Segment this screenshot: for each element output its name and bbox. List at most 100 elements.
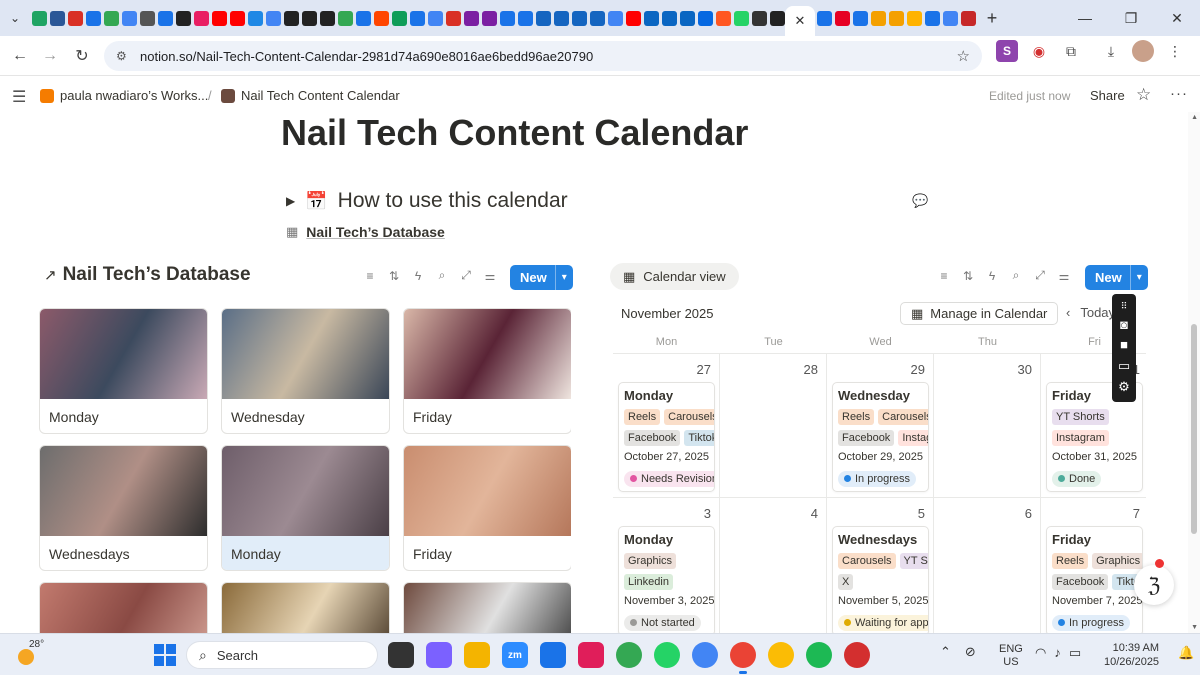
settings-sliders-icon[interactable]: ⚌ bbox=[1056, 269, 1072, 283]
tab-favicon-icon[interactable] bbox=[68, 10, 83, 26]
tab-favicon-icon[interactable] bbox=[392, 10, 407, 26]
chrome-menu-icon[interactable]: ⋮ bbox=[1164, 40, 1186, 62]
minimize-icon[interactable]: — bbox=[1062, 0, 1108, 36]
tab-favicon-icon[interactable] bbox=[871, 10, 886, 26]
gallery-card[interactable] bbox=[39, 582, 208, 633]
tab-favicon-icon[interactable] bbox=[943, 10, 958, 26]
gallery-card[interactable] bbox=[403, 582, 571, 633]
zoom-icon[interactable]: zm bbox=[502, 642, 528, 668]
gallery-card[interactable]: Monday bbox=[39, 308, 208, 434]
linked-arrow-icon[interactable]: ↗ bbox=[44, 266, 57, 284]
expand-icon[interactable]: ⤢ bbox=[1032, 268, 1048, 283]
calendar-day-cell[interactable]: 5 Wednesdays CarouselsYT Shorts X November 5… bbox=[827, 498, 934, 633]
calendar-event-card[interactable]: Wednesdays CarouselsYT Shorts X November 5,… bbox=[832, 526, 929, 633]
tab-favicon-icon[interactable] bbox=[122, 10, 137, 26]
chrome-icon[interactable] bbox=[692, 642, 718, 668]
sort-icon[interactable]: ⇅ bbox=[386, 269, 402, 283]
toggle-how-to-use[interactable]: ▶ 📅 How to use this calendar bbox=[286, 189, 568, 213]
tab-favicon-icon[interactable] bbox=[752, 10, 767, 26]
bookmark-star-icon[interactable]: ☆ bbox=[957, 47, 970, 65]
tab-favicon-icon[interactable] bbox=[356, 10, 371, 26]
tab-favicon-icon[interactable] bbox=[374, 10, 389, 26]
tab-favicon-icon[interactable] bbox=[608, 10, 623, 26]
tab-favicon-icon[interactable] bbox=[925, 10, 940, 26]
scroll-thumb[interactable] bbox=[1191, 324, 1197, 534]
breadcrumb-page[interactable]: Nail Tech Content Calendar bbox=[221, 88, 400, 103]
tab-favicon-icon[interactable] bbox=[680, 10, 695, 26]
settings-sliders-icon[interactable]: ⚌ bbox=[482, 269, 498, 283]
database-link[interactable]: ▦ Nail Tech’s Database bbox=[286, 224, 445, 240]
language-indicator[interactable]: ENG US bbox=[999, 643, 1023, 669]
profile-avatar[interactable] bbox=[1132, 40, 1154, 62]
search-icon[interactable]: ⌕ bbox=[434, 268, 450, 283]
scroll-up-icon[interactable]: ▲ bbox=[1191, 114, 1198, 121]
calendar-day-cell[interactable]: 4 bbox=[720, 498, 827, 633]
gallery-card[interactable]: Monday bbox=[221, 445, 390, 571]
tab-favicon-icon[interactable] bbox=[32, 10, 47, 26]
page-scrollbar[interactable]: ▲ ▼ bbox=[1188, 112, 1200, 633]
folder-icon[interactable] bbox=[464, 642, 490, 668]
tab-favicon-icon[interactable] bbox=[835, 10, 850, 26]
tab-favicon-icon[interactable] bbox=[907, 10, 922, 26]
left-database-title[interactable]: Nail Tech’s Database bbox=[63, 264, 251, 286]
video-camera-icon[interactable]: ■ bbox=[1120, 337, 1128, 352]
url-text[interactable]: notion.so/Nail-Tech-Content-Calendar-298… bbox=[140, 49, 593, 64]
windows-start-icon[interactable] bbox=[154, 644, 176, 666]
calendar-event-card[interactable]: Wednesday ReelsCarousels FacebookInstagram… bbox=[832, 382, 929, 492]
tab-favicon-icon[interactable] bbox=[248, 10, 263, 26]
back-arrow-icon[interactable]: ← bbox=[4, 40, 36, 72]
tray-chevron-up-icon[interactable]: ⌃ bbox=[940, 644, 951, 660]
scroll-down-icon[interactable]: ▼ bbox=[1191, 624, 1198, 631]
expand-icon[interactable]: ⤢ bbox=[458, 268, 474, 283]
tab-search-chevron-icon[interactable]: ⌄ bbox=[0, 0, 30, 36]
calendar-new-button[interactable]: New ▾ bbox=[1085, 265, 1148, 290]
filter-icon[interactable]: ≡ bbox=[936, 269, 952, 283]
tab-favicon-icon[interactable] bbox=[518, 10, 533, 26]
tab-favicon-icon[interactable] bbox=[734, 10, 749, 26]
tab-favicon-icon[interactable] bbox=[572, 10, 587, 26]
chrome-icon[interactable] bbox=[730, 642, 756, 674]
more-options-icon[interactable]: ··· bbox=[1170, 85, 1188, 102]
screen-icon[interactable]: ▭ bbox=[1118, 358, 1130, 374]
gallery-card[interactable]: Friday bbox=[403, 308, 571, 434]
assistant-bubble[interactable]: ℨ bbox=[1134, 559, 1174, 605]
tab-favicon-icon[interactable] bbox=[853, 10, 868, 26]
manage-in-calendar-button[interactable]: ▦ Manage in Calendar bbox=[900, 302, 1059, 325]
tab-favicon-icon[interactable] bbox=[554, 10, 569, 26]
tab-favicon-icon[interactable] bbox=[644, 10, 659, 26]
tab-favicon-icon[interactable] bbox=[140, 10, 155, 26]
taskbar-search[interactable]: ⌕ Search bbox=[186, 641, 378, 669]
tab-favicon-icon[interactable] bbox=[212, 10, 227, 26]
clock[interactable]: 10:39 AM 10/26/2025 bbox=[1104, 641, 1159, 669]
store-icon[interactable] bbox=[540, 642, 566, 668]
tab-favicon-icon[interactable] bbox=[446, 10, 461, 26]
weather-widget[interactable]: 28° bbox=[18, 639, 44, 667]
calendar-event-card[interactable]: Monday ReelsCarousels FacebookTiktok Octobe… bbox=[618, 382, 715, 492]
gallery-card[interactable]: Friday bbox=[403, 445, 571, 571]
tab-favicon-icon[interactable] bbox=[770, 10, 785, 26]
no-camera-icon[interactable]: ⊘ bbox=[965, 644, 976, 660]
tab-favicon-icon[interactable] bbox=[284, 10, 299, 26]
calendar-day-cell[interactable]: 6 bbox=[934, 498, 1041, 633]
tab-favicon-icon[interactable] bbox=[176, 10, 191, 26]
left-new-dropdown-icon[interactable]: ▾ bbox=[554, 265, 573, 290]
sort-icon[interactable]: ⇅ bbox=[960, 269, 976, 283]
extensions-puzzle-icon[interactable]: ⧉ bbox=[1060, 40, 1082, 62]
slack-icon[interactable] bbox=[578, 642, 604, 668]
tab-favicon-icon[interactable] bbox=[50, 10, 65, 26]
extension-s-icon[interactable]: S bbox=[996, 40, 1018, 62]
tab-favicon-icon[interactable] bbox=[464, 10, 479, 26]
notification-bell-icon[interactable]: 🔔 bbox=[1178, 645, 1194, 661]
recorder-settings-gear-icon[interactable]: ⚙ bbox=[1118, 379, 1130, 395]
close-window-icon[interactable]: ✕ bbox=[1154, 0, 1200, 36]
tab-favicon-icon[interactable] bbox=[698, 10, 713, 26]
tab-favicon-icon[interactable] bbox=[662, 10, 677, 26]
gallery-card[interactable]: Wednesday bbox=[221, 308, 390, 434]
tab-favicon-icon[interactable] bbox=[266, 10, 281, 26]
calendar-day-cell[interactable]: 29 Wednesday ReelsCarousels FacebookInstagr… bbox=[827, 354, 934, 498]
tab-favicon-icon[interactable] bbox=[158, 10, 173, 26]
calendar-day-cell[interactable]: 7 Friday ReelsGraphics FacebookTiktok Novemb… bbox=[1041, 498, 1146, 633]
camera-icon[interactable]: ◙ bbox=[1120, 317, 1128, 332]
recorder-icon[interactable] bbox=[844, 642, 870, 668]
toggle-triangle-icon[interactable]: ▶ bbox=[286, 194, 295, 208]
